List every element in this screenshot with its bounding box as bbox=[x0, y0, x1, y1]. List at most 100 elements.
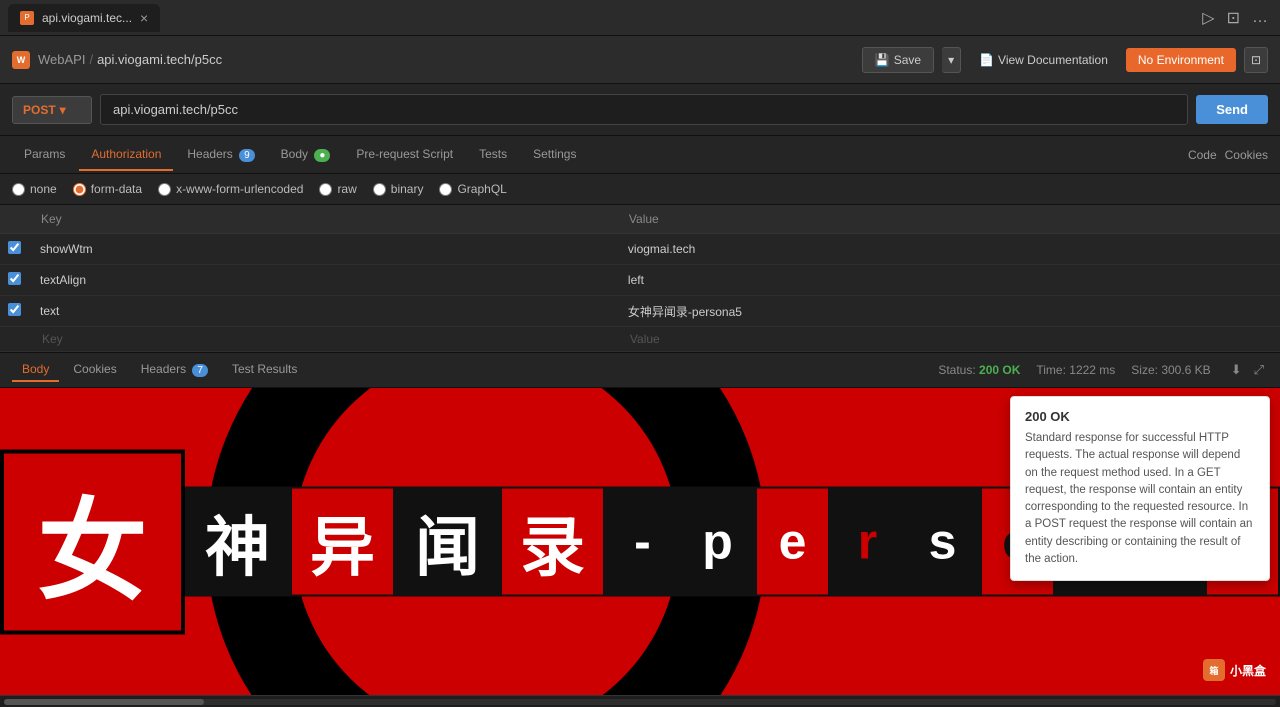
tab-authorization[interactable]: Authorization bbox=[79, 139, 173, 171]
expand-button[interactable]: ⤢ bbox=[1250, 360, 1268, 380]
row3-checkbox[interactable] bbox=[8, 303, 21, 316]
resp-tab-cookies[interactable]: Cookies bbox=[63, 358, 126, 382]
method-label: POST bbox=[23, 103, 56, 117]
save-resp-button[interactable]: ⬇ bbox=[1227, 360, 1246, 380]
method-selector[interactable]: POST ▾ bbox=[12, 96, 92, 124]
row3-key-input[interactable] bbox=[37, 301, 609, 321]
response-body-area: 女 神 异 闻 录 - p bbox=[0, 388, 1280, 695]
row3-value-cell bbox=[617, 296, 1280, 327]
char-box-shen: 神 bbox=[185, 487, 290, 597]
tab-title: api.viogami.tec... bbox=[42, 11, 132, 25]
table-row bbox=[0, 296, 1280, 327]
empty-key-cell: Key bbox=[29, 327, 617, 352]
browser-chrome: P api.viogami.tec... × ▷ ⊡ … bbox=[0, 0, 1280, 36]
row2-value-input[interactable] bbox=[625, 270, 1272, 290]
headers-badge: 9 bbox=[239, 149, 255, 162]
app-logo: W bbox=[12, 51, 30, 69]
tab-body[interactable]: Body ● bbox=[269, 139, 343, 171]
breadcrumb-root[interactable]: WebAPI bbox=[38, 52, 85, 67]
row3-value-input[interactable] bbox=[625, 301, 1272, 321]
check-header bbox=[0, 205, 29, 234]
browser-controls: ▷ ⊡ … bbox=[1190, 6, 1280, 30]
row1-check-cell bbox=[0, 234, 29, 265]
cookies-link[interactable]: Cookies bbox=[1225, 148, 1268, 162]
url-input[interactable] bbox=[100, 94, 1188, 125]
value-header: Value bbox=[617, 205, 1280, 234]
save-label: Save bbox=[894, 53, 921, 67]
split-button[interactable]: ⊡ bbox=[1223, 6, 1244, 30]
tab-headers[interactable]: Headers 9 bbox=[175, 139, 266, 171]
resp-tab-body[interactable]: Body bbox=[12, 358, 59, 382]
resp-headers-badge: 7 bbox=[192, 364, 208, 377]
body-type-none[interactable]: none bbox=[12, 182, 57, 196]
request-tabs: Params Authorization Headers 9 Body ● Pr… bbox=[0, 136, 1280, 174]
char-box-r: r bbox=[830, 487, 905, 597]
doc-icon: 📄 bbox=[979, 53, 994, 67]
tab-tests[interactable]: Tests bbox=[467, 139, 519, 171]
watermark-icon: 箱 bbox=[1203, 659, 1225, 681]
form-data-table: Key Value Key Value bbox=[0, 205, 1280, 352]
code-link[interactable]: Code bbox=[1188, 148, 1217, 162]
row1-checkbox[interactable] bbox=[8, 241, 21, 254]
body-type-binary[interactable]: binary bbox=[373, 182, 424, 196]
tab-close-button[interactable]: × bbox=[140, 10, 148, 26]
tab-settings[interactable]: Settings bbox=[521, 139, 588, 171]
table-row bbox=[0, 265, 1280, 296]
breadcrumb: WebAPI / api.viogami.tech/p5cc bbox=[38, 52, 222, 67]
active-tab[interactable]: P api.viogami.tec... × bbox=[8, 4, 160, 32]
tooltip-title: 200 OK bbox=[1025, 409, 1255, 424]
resp-tab-headers[interactable]: Headers 7 bbox=[131, 358, 218, 382]
empty-value-cell: Value bbox=[617, 327, 1280, 352]
body-badge: ● bbox=[314, 149, 330, 162]
resp-tab-test-results[interactable]: Test Results bbox=[222, 358, 307, 382]
watermark: 箱 小黑盒 bbox=[1203, 659, 1266, 681]
tab-prerequest[interactable]: Pre-request Script bbox=[344, 139, 465, 171]
tab-params[interactable]: Params bbox=[12, 139, 77, 171]
scrollbar-thumb[interactable] bbox=[4, 699, 204, 705]
row2-checkbox[interactable] bbox=[8, 272, 21, 285]
size-label: Size: 300.6 KB bbox=[1131, 363, 1210, 377]
row2-key-cell bbox=[29, 265, 617, 296]
tooltip-text: Standard response for successful HTTP re… bbox=[1025, 430, 1255, 568]
row3-check-cell bbox=[0, 296, 29, 327]
body-type-form-data[interactable]: form-data bbox=[73, 182, 142, 196]
method-dropdown-icon: ▾ bbox=[60, 103, 66, 117]
breadcrumb-sep: / bbox=[89, 52, 93, 67]
char-box-dash: - bbox=[605, 487, 680, 597]
char-box-lu: 录 bbox=[500, 487, 605, 597]
play-button[interactable]: ▷ bbox=[1198, 6, 1218, 30]
body-type-urlencoded[interactable]: x-www-form-urlencoded bbox=[158, 182, 303, 196]
tab-actions: Code Cookies bbox=[1188, 148, 1268, 162]
env-label: No Environment bbox=[1138, 53, 1224, 67]
response-bar: Body Cookies Headers 7 Test Results Stat… bbox=[0, 352, 1280, 388]
row1-key-cell bbox=[29, 234, 617, 265]
status-info: Status: 200 OK Time: 1222 ms Size: 300.6… bbox=[938, 360, 1268, 380]
env-more-button[interactable]: ⊡ bbox=[1244, 47, 1268, 73]
row2-value-cell bbox=[617, 265, 1280, 296]
view-docs-button[interactable]: 📄 View Documentation bbox=[969, 48, 1118, 72]
send-button[interactable]: Send bbox=[1196, 95, 1268, 124]
row1-value-input[interactable] bbox=[625, 239, 1272, 259]
time-label: Time: 1222 ms bbox=[1036, 363, 1115, 377]
char-box-e: e bbox=[755, 487, 830, 597]
more-button[interactable]: … bbox=[1248, 6, 1272, 30]
row1-value-cell bbox=[617, 234, 1280, 265]
row1-key-input[interactable] bbox=[37, 239, 609, 259]
char-box-p: p bbox=[680, 487, 755, 597]
send-label: Send bbox=[1216, 102, 1248, 117]
row2-check-cell bbox=[0, 265, 29, 296]
row2-key-input[interactable] bbox=[37, 270, 609, 290]
save-dropdown-button[interactable]: ▾ bbox=[942, 47, 961, 73]
body-type-graphql[interactable]: GraphQL bbox=[439, 182, 506, 196]
app-header: W WebAPI / api.viogami.tech/p5cc 💾 Save … bbox=[0, 36, 1280, 84]
save-button[interactable]: 💾 Save bbox=[862, 47, 934, 73]
status-value: 200 OK bbox=[979, 363, 1020, 377]
char-box-s: s bbox=[905, 487, 980, 597]
scrollbar-track bbox=[4, 699, 1276, 705]
resp-actions: ⬇ ⤢ bbox=[1227, 360, 1268, 380]
horizontal-scrollbar[interactable] bbox=[0, 695, 1280, 707]
body-type-raw[interactable]: raw bbox=[319, 182, 356, 196]
environment-selector[interactable]: No Environment bbox=[1126, 48, 1236, 72]
save-icon: 💾 bbox=[875, 53, 890, 67]
table-row bbox=[0, 234, 1280, 265]
